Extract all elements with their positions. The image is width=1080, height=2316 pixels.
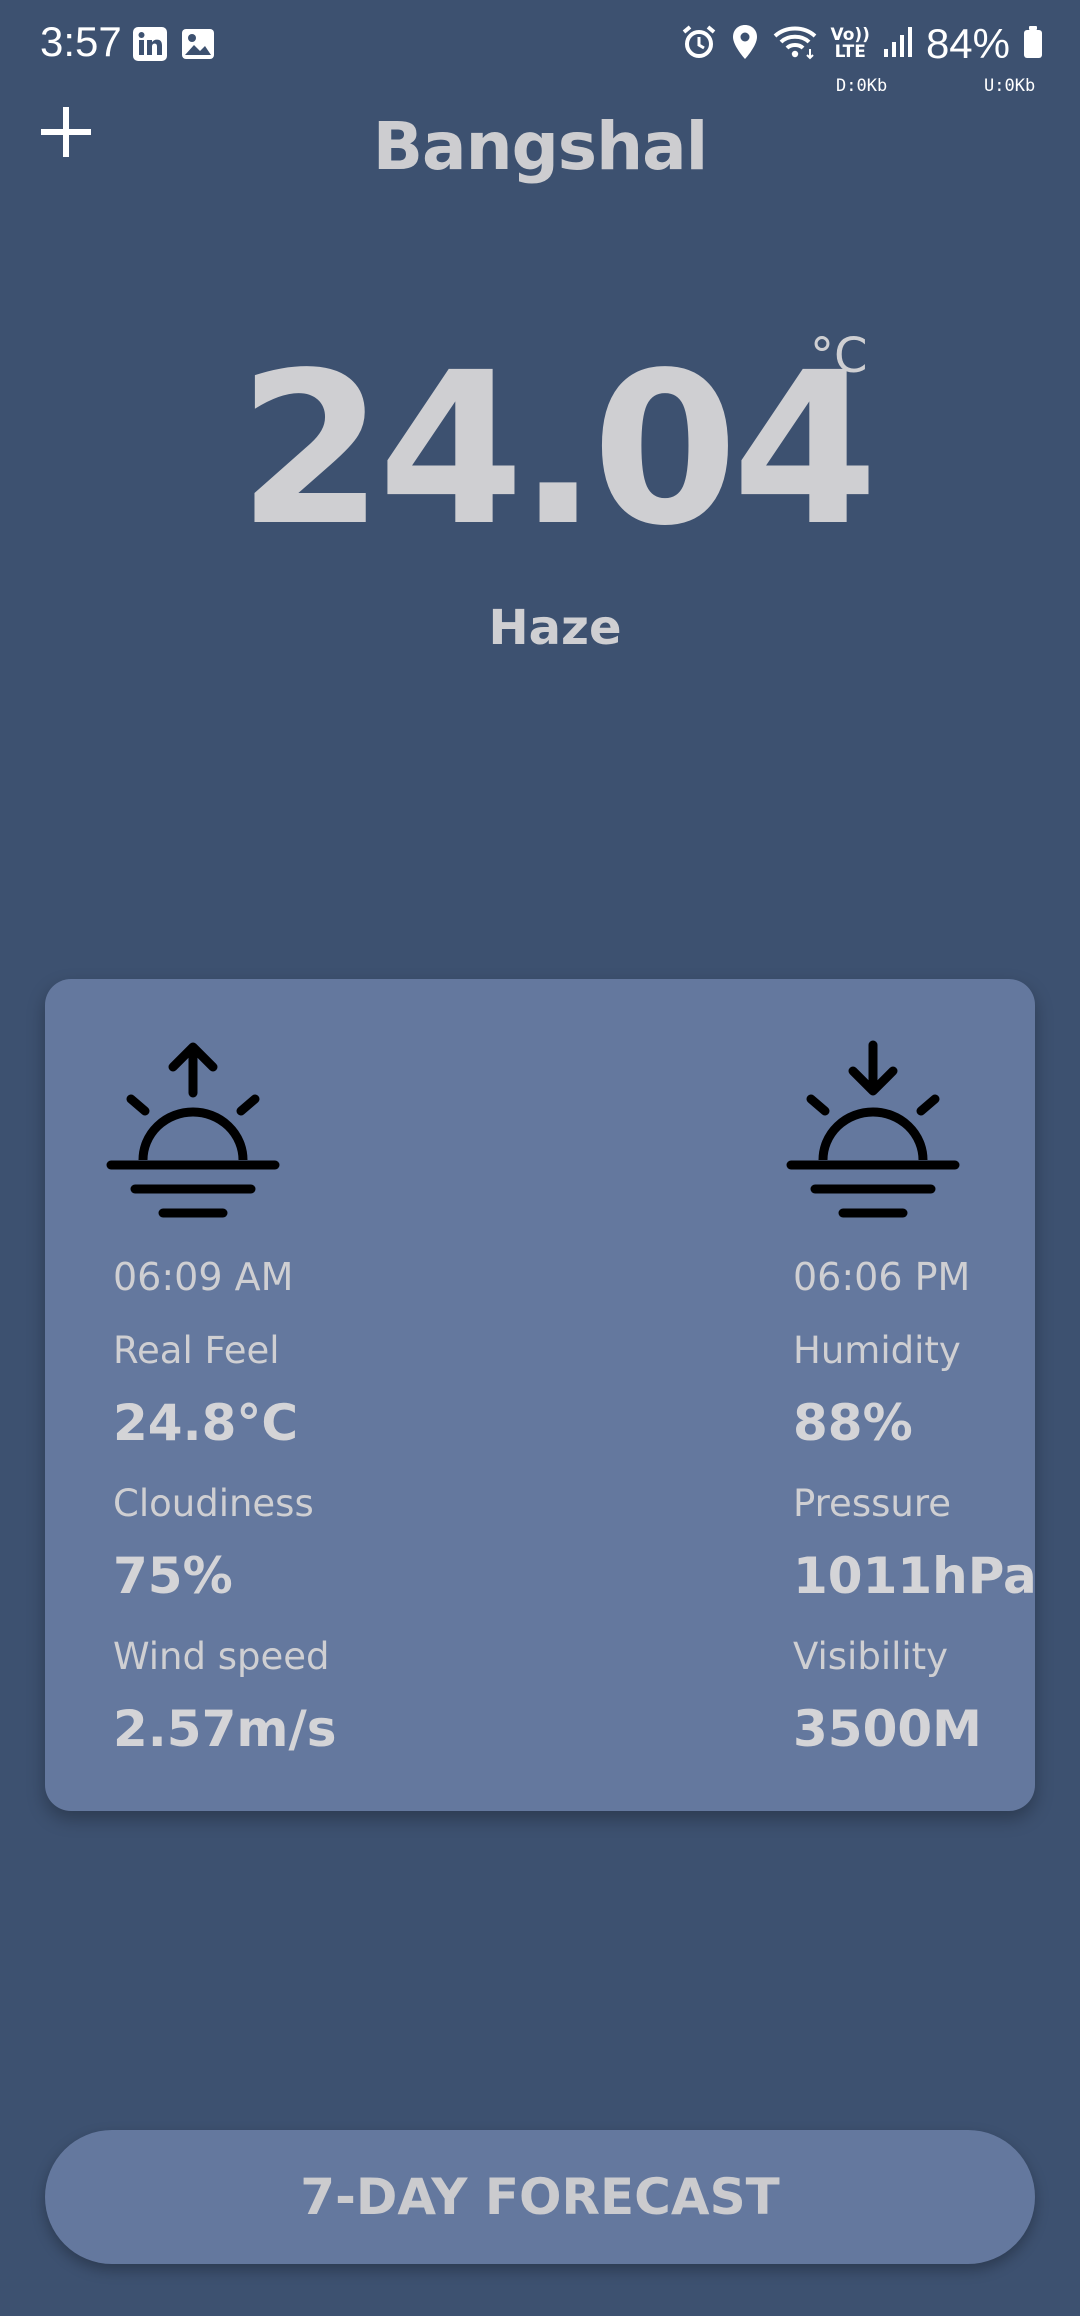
battery-percent: 84% bbox=[925, 20, 1010, 67]
volte-label-bottom: LTE bbox=[834, 42, 866, 62]
forecast-button-label: 7-DAY FORECAST bbox=[300, 2168, 780, 2226]
temperature-value: 24.04 bbox=[237, 327, 878, 572]
details-right-column: 06:06 PM Humidity 88% Pressure 1011hPa V… bbox=[786, 1037, 1037, 1758]
pressure-label: Pressure bbox=[793, 1482, 951, 1525]
cloudiness-label: Cloudiness bbox=[113, 1482, 314, 1525]
linkedin-icon bbox=[132, 26, 168, 67]
alarm-icon bbox=[680, 23, 718, 66]
details-left-column: 06:09 AM Real Feel 24.8°C Cloudiness 75%… bbox=[106, 1037, 337, 1758]
status-left-icons bbox=[132, 26, 216, 67]
seven-day-forecast-button[interactable]: 7-DAY FORECAST bbox=[45, 2130, 1035, 2264]
city-title: Bangshal bbox=[372, 108, 709, 185]
status-time: 3:57 bbox=[40, 18, 122, 65]
temperature-unit: °C bbox=[810, 328, 868, 384]
net-upload-speed: U:0Kb bbox=[984, 76, 1036, 96]
real-feel-label: Real Feel bbox=[113, 1329, 280, 1372]
volte-icon: Vo)) LTE bbox=[830, 27, 869, 61]
signal-icon bbox=[882, 25, 914, 64]
wifi-icon bbox=[772, 23, 818, 66]
battery-icon bbox=[1022, 25, 1044, 64]
real-feel-value: 24.8°C bbox=[113, 1394, 299, 1452]
humidity-value: 88% bbox=[793, 1394, 913, 1452]
weather-condition: Haze bbox=[488, 600, 622, 656]
humidity-label: Humidity bbox=[793, 1329, 961, 1372]
sunrise-icon bbox=[106, 1042, 280, 1218]
weather-details-card: 06:09 AM Real Feel 24.8°C Cloudiness 75%… bbox=[45, 979, 1037, 1811]
location-icon bbox=[730, 23, 760, 66]
visibility-label: Visibility bbox=[793, 1635, 949, 1678]
cloudiness-value: 75% bbox=[113, 1547, 233, 1605]
net-download-speed: D:0Kb bbox=[836, 76, 888, 96]
visibility-value: 3500M bbox=[793, 1700, 982, 1758]
status-right-icons: Vo)) LTE 84% bbox=[680, 20, 1044, 68]
pressure-value: 1011hPa bbox=[793, 1547, 1037, 1605]
wind-speed-value: 2.57m/s bbox=[113, 1700, 337, 1758]
image-icon bbox=[180, 26, 216, 67]
sunset-icon bbox=[786, 1040, 960, 1218]
sunset-time: 06:06 PM bbox=[793, 1255, 971, 1299]
wind-speed-label: Wind speed bbox=[113, 1635, 330, 1678]
sunrise-time: 06:09 AM bbox=[113, 1255, 294, 1299]
